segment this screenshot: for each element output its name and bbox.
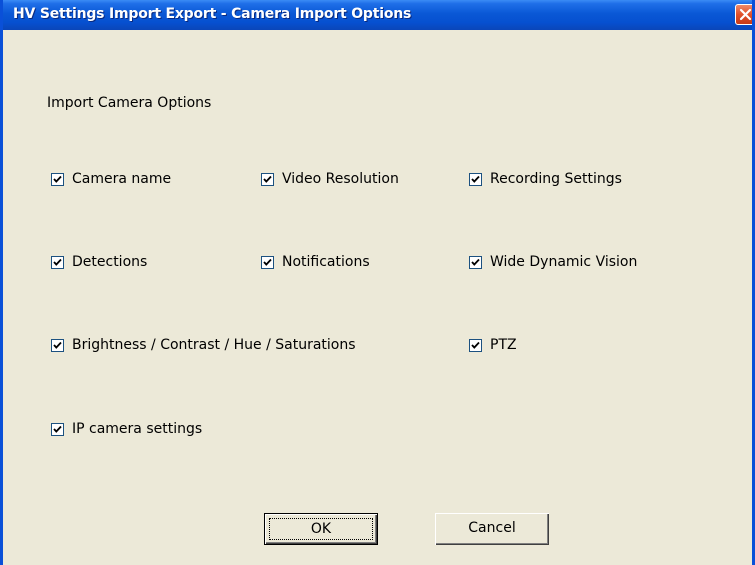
window-title: HV Settings Import Export - Camera Impor… (13, 6, 412, 22)
checkbox-brightness-contrast[interactable] (51, 338, 64, 352)
checkbox-detections[interactable] (51, 255, 64, 269)
dialog-window: HV Settings Import Export - Camera Impor… (0, 0, 755, 565)
checkbox-ptz[interactable] (469, 338, 482, 352)
cancel-button-label: Cancel (468, 520, 516, 536)
checkbox-notifications[interactable] (261, 255, 274, 269)
close-icon (739, 8, 752, 21)
option-notifications[interactable]: Notifications (261, 253, 370, 271)
option-wide-dynamic-vision[interactable]: Wide Dynamic Vision (469, 253, 637, 271)
checkbox-camera-name[interactable] (51, 172, 64, 186)
focus-rectangle (269, 518, 373, 540)
checkbox-video-resolution[interactable] (261, 172, 274, 186)
close-button[interactable] (735, 4, 752, 25)
checkmark-icon (263, 258, 272, 266)
option-video-resolution[interactable]: Video Resolution (261, 170, 399, 188)
checkbox-wide-dynamic-vision[interactable] (469, 255, 482, 269)
option-label: Detections (72, 254, 148, 270)
section-label: Import Camera Options (47, 95, 212, 111)
checkbox-recording-settings[interactable] (469, 172, 482, 186)
checkmark-icon (53, 258, 62, 266)
option-ptz[interactable]: PTZ (469, 336, 517, 354)
option-label: PTZ (490, 337, 517, 353)
cancel-button[interactable]: Cancel (435, 513, 549, 545)
option-detections[interactable]: Detections (51, 253, 147, 271)
option-brightness-contrast[interactable]: Brightness / Contrast / Hue / Saturation… (51, 336, 356, 354)
option-label: Wide Dynamic Vision (490, 254, 638, 270)
checkmark-icon (263, 175, 272, 183)
option-label: Video Resolution (282, 171, 399, 187)
option-recording-settings[interactable]: Recording Settings (469, 170, 622, 188)
ok-button[interactable]: OK (264, 513, 378, 545)
option-label: Notifications (282, 254, 370, 270)
checkmark-icon (471, 175, 480, 183)
option-label: Camera name (72, 171, 172, 187)
option-label: IP camera settings (72, 421, 203, 437)
title-bar[interactable]: HV Settings Import Export - Camera Impor… (3, 0, 752, 30)
checkmark-icon (53, 341, 62, 349)
checkbox-ip-camera-settings[interactable] (51, 422, 64, 436)
checkmark-icon (53, 425, 62, 433)
option-ip-camera-settings[interactable]: IP camera settings (51, 420, 202, 438)
checkmark-icon (471, 341, 480, 349)
option-camera-name[interactable]: Camera name (51, 170, 171, 188)
checkmark-icon (471, 258, 480, 266)
option-label: Recording Settings (490, 171, 622, 187)
option-label: Brightness / Contrast / Hue / Saturation… (72, 337, 356, 353)
checkmark-icon (53, 175, 62, 183)
